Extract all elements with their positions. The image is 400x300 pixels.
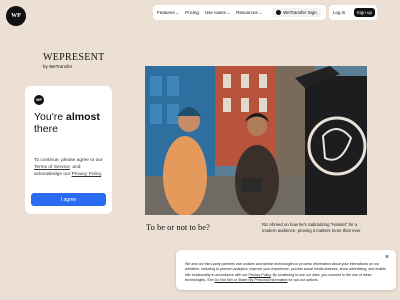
consent-headline: You're almost there — [34, 111, 103, 135]
cookie-banner: × We and our third-party partners use co… — [176, 250, 396, 290]
article-title[interactable]: To be or not to be? — [146, 222, 210, 232]
headline-bold: almost — [65, 111, 100, 123]
chevron-down-icon: ⌄ — [175, 10, 180, 15]
cookie-privacy-link[interactable]: Privacy Policy — [249, 273, 271, 277]
signup-button[interactable]: Sign up — [353, 8, 375, 17]
desc-text: To continue, please agree to our — [34, 158, 103, 163]
brand-title: WEPRESENT — [43, 52, 105, 63]
sign-icon — [276, 10, 282, 15]
brand-block: WEPRESENT by WeTransfer — [43, 52, 105, 69]
headline-prefix: You're — [34, 111, 66, 123]
wepresent-badge-icon: WP — [34, 95, 44, 105]
wetransfer-logo-icon: WP — [11, 13, 21, 19]
top-nav: Features ⌄ Pricing Use cases ⌄ Resources… — [153, 5, 326, 20]
hero-photo — [145, 66, 367, 215]
nav-item-features[interactable]: Features ⌄ — [157, 10, 179, 15]
login-button[interactable]: Log in — [333, 10, 345, 15]
chevron-down-icon: ⌄ — [226, 10, 231, 15]
desc-text: . — [101, 172, 103, 178]
close-icon[interactable]: × — [385, 254, 389, 261]
logo[interactable]: WP — [6, 6, 26, 26]
nav-item-resources[interactable]: Resources ⌄ — [236, 10, 262, 15]
brand-by-line: by WeTransfer — [43, 64, 73, 69]
cookie-text: We and our third-party partners use cook… — [185, 262, 388, 283]
wetransfer-sign-label: WeTransfer Sign — [283, 10, 317, 15]
cookie-text-part: for opt-out options. — [287, 277, 319, 282]
auth-bar: Log in Sign up — [329, 5, 377, 20]
nav-item-label: Features — [157, 10, 175, 15]
agree-button[interactable]: I agree — [31, 193, 106, 206]
privacy-link[interactable]: Privacy Policy — [72, 172, 102, 177]
hero-image — [145, 66, 367, 215]
article-caption: Riz Ahmed on how he's radicalizing "Haml… — [262, 222, 361, 233]
headline-suffix: there — [34, 123, 58, 135]
terms-link[interactable]: Terms of Service — [34, 165, 70, 170]
consent-description: To continue, please agree to our Terms o… — [34, 157, 103, 179]
consent-card: WP You're almost there To continue, plea… — [25, 86, 112, 214]
nav-item-label: Use cases — [204, 10, 226, 15]
chevron-down-icon: ⌄ — [258, 10, 263, 15]
nav-item-pricing[interactable]: Pricing — [185, 10, 199, 15]
wetransfer-sign-button[interactable]: WeTransfer Sign — [272, 8, 321, 17]
nav-item-use-cases[interactable]: Use cases ⌄ — [205, 10, 230, 15]
nav-item-label: Pricing — [185, 10, 199, 15]
nav-item-label: Resources — [236, 10, 258, 15]
badge-text: WP — [36, 98, 42, 102]
cookie-optout-link[interactable]: Do Not Sell or Share My Personal Informa… — [215, 278, 288, 282]
